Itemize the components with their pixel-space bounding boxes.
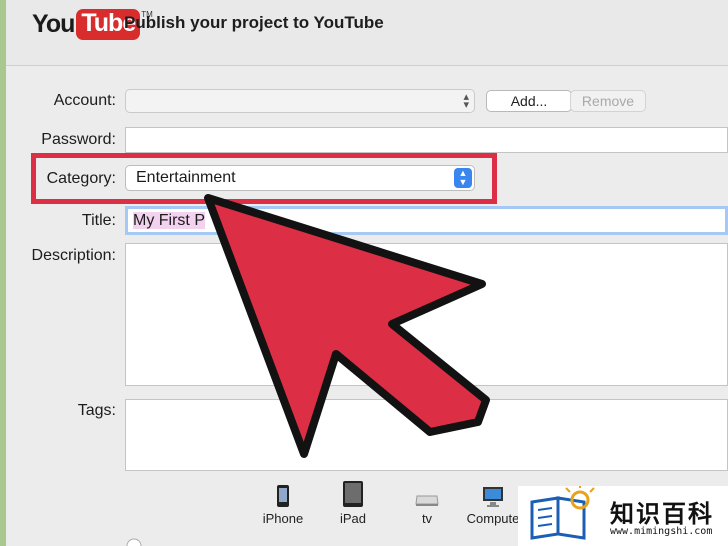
watermark-url: www.mimingshi.com [610, 526, 713, 537]
pointer-arrow-overlay [204, 194, 490, 458]
watermark-text: 知识百科 [610, 501, 714, 528]
arrow-shape [204, 194, 490, 458]
watermark: 知识百科 www.mimingshi.com [518, 484, 728, 546]
book-lightbulb-icon [530, 484, 595, 540]
